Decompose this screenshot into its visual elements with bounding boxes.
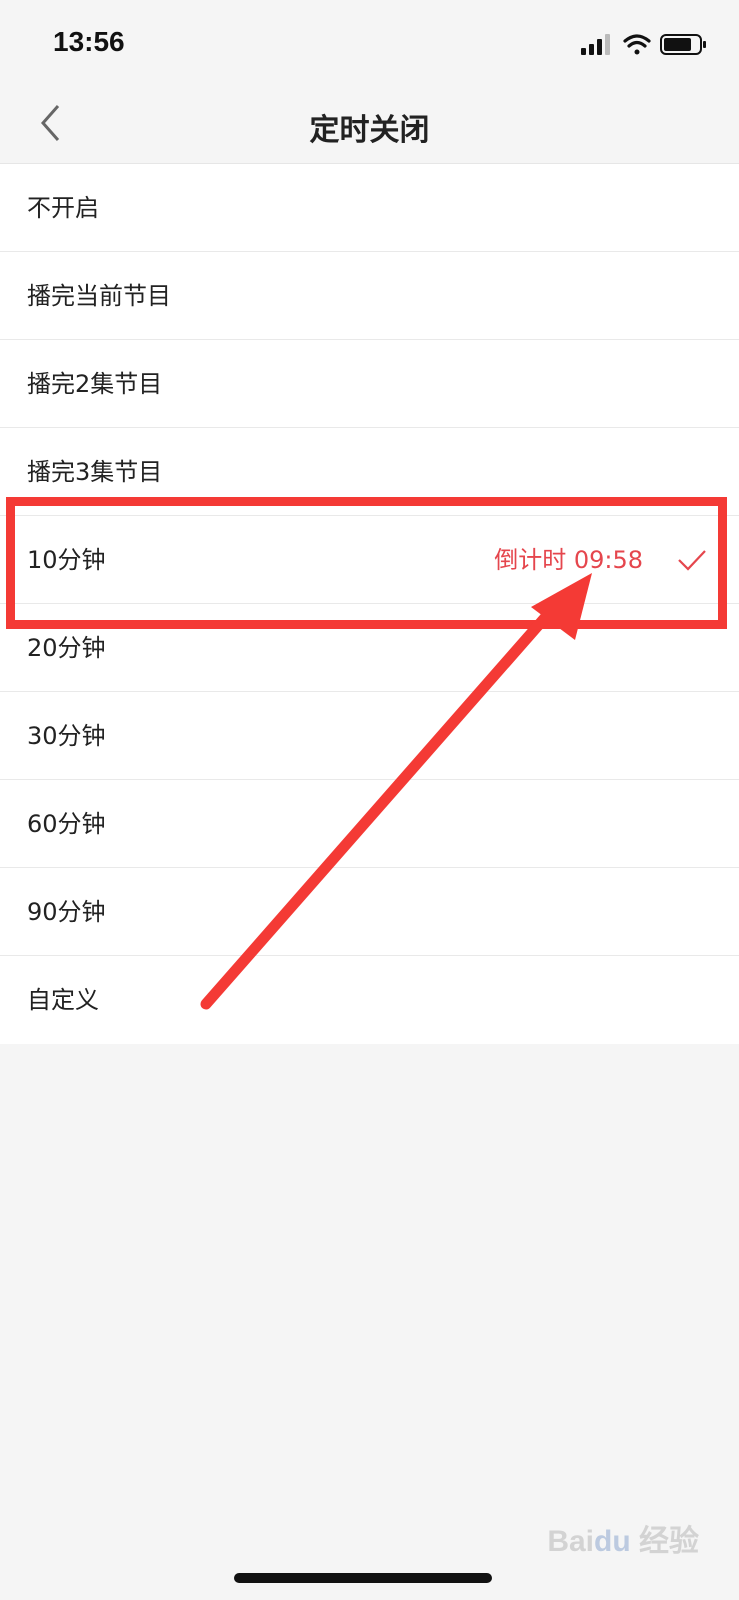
page-title: 定时关闭 xyxy=(309,113,430,148)
option-3-episodes[interactable]: 播完3集节目 xyxy=(0,428,739,516)
option-2-episodes[interactable]: 播完2集节目 xyxy=(0,340,739,428)
option-label: 10分钟 xyxy=(27,546,106,574)
signal-icon xyxy=(581,34,610,55)
nav-bar: 定时关闭 xyxy=(0,88,739,163)
option-90-minutes[interactable]: 90分钟 xyxy=(0,868,739,956)
option-custom[interactable]: 自定义 xyxy=(0,956,739,1044)
option-label: 30分钟 xyxy=(27,722,106,750)
wifi-icon xyxy=(623,34,651,55)
option-label: 播完3集节目 xyxy=(27,458,163,486)
watermark-logo: Baidu 经验 xyxy=(547,1525,699,1558)
home-indicator xyxy=(234,1573,492,1583)
option-off[interactable]: 不开启 xyxy=(0,164,739,252)
option-label: 自定义 xyxy=(27,986,99,1014)
status-bar: 13:56 xyxy=(0,0,739,88)
checkmark-icon xyxy=(678,550,706,571)
status-time: 13:56 xyxy=(53,26,125,57)
option-label: 播完当前节目 xyxy=(27,282,171,310)
option-label: 播完2集节目 xyxy=(27,370,163,398)
countdown-text: 倒计时 09:58 xyxy=(494,546,643,574)
option-current-episode[interactable]: 播完当前节目 xyxy=(0,252,739,340)
option-20-minutes[interactable]: 20分钟 xyxy=(0,604,739,692)
battery-icon xyxy=(660,34,706,55)
option-label: 20分钟 xyxy=(27,634,106,662)
timer-options-list: 不开启 播完当前节目 播完2集节目 播完3集节目 10分钟 倒计时 09:58 … xyxy=(0,163,739,1044)
option-label: 60分钟 xyxy=(27,810,106,838)
option-label: 90分钟 xyxy=(27,898,106,926)
option-30-minutes[interactable]: 30分钟 xyxy=(0,692,739,780)
option-10-minutes[interactable]: 10分钟 倒计时 09:58 xyxy=(0,516,739,604)
option-60-minutes[interactable]: 60分钟 xyxy=(0,780,739,868)
status-icons xyxy=(581,32,707,58)
option-label: 不开启 xyxy=(27,194,99,222)
